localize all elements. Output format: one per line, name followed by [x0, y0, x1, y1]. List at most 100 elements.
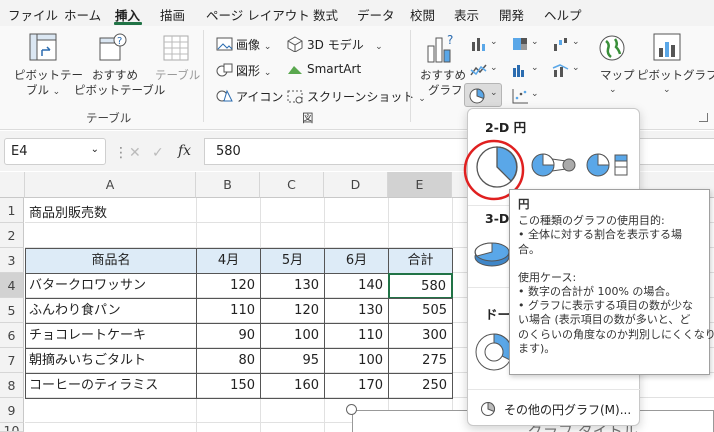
tab-developer[interactable]: 開発 [499, 5, 524, 24]
statistic-chart-icon[interactable] [511, 62, 529, 78]
svg-text:?: ? [447, 33, 453, 47]
recommended-pivot-icon: ? [99, 33, 127, 61]
column-header-e[interactable]: E [388, 172, 452, 198]
3d-pie-option[interactable] [472, 239, 514, 271]
row-header-1[interactable]: 1 [0, 198, 24, 223]
tab-home[interactable]: ホーム [64, 5, 101, 24]
select-all-corner[interactable] [0, 172, 25, 198]
table-header-cell[interactable]: 合計 [388, 248, 453, 274]
row-header-5[interactable]: 5 [0, 298, 24, 323]
table-header-cell[interactable]: 4月 [196, 248, 261, 274]
table-cell[interactable]: 95 [260, 348, 325, 374]
table-cell[interactable]: 100 [260, 323, 325, 349]
table-cell[interactable]: 275 [388, 348, 453, 374]
sheet-title-cell[interactable]: 商品別販売数 [29, 202, 107, 221]
column-header-b[interactable]: B [196, 172, 260, 198]
table-cell[interactable]: 505 [388, 298, 453, 324]
cancel-icon[interactable]: ✕ [129, 145, 141, 161]
table-cell[interactable]: 160 [260, 373, 325, 399]
line-chart-icon[interactable] [470, 62, 488, 78]
chevron-down-icon[interactable]: ⌄ [490, 63, 498, 73]
column-header-a[interactable]: A [25, 172, 196, 198]
chevron-down-icon[interactable]: ⌄ [572, 63, 580, 73]
more-pie-charts-item[interactable]: その他の円グラフ(M)... [478, 399, 638, 419]
chevron-down-icon[interactable]: ⌄ [531, 63, 539, 73]
svg-text:?: ? [117, 36, 122, 47]
tooltip-line: • 全体に対する割合を表示する場 [518, 228, 682, 242]
bar-of-pie-option[interactable] [585, 149, 633, 181]
table-cell[interactable]: チョコレートケーキ [25, 323, 197, 349]
table-header-cell[interactable]: 5月 [260, 248, 325, 274]
combo-chart-icon[interactable] [552, 62, 570, 78]
column-header-d[interactable]: D [324, 172, 388, 198]
scatter-chart-icon[interactable] [511, 88, 529, 104]
active-cell-e4[interactable]: 580 [388, 273, 453, 299]
insert-function-button[interactable]: fx [178, 143, 191, 159]
chevron-down-icon[interactable]: ⌄ [531, 37, 539, 47]
tab-view[interactable]: 表示 [454, 5, 479, 24]
row-header-9[interactable]: 9 [0, 398, 24, 423]
table-cell[interactable]: 130 [260, 273, 325, 299]
tab-file[interactable]: ファイル [8, 5, 58, 24]
map-label: マップ [600, 68, 635, 82]
chevron-down-icon[interactable]: ⌄ [91, 144, 99, 155]
row-header-4[interactable]: 4 [0, 273, 24, 298]
table-cell[interactable]: 100 [324, 348, 389, 374]
table-cell[interactable]: コーヒーのティラミス [25, 373, 197, 399]
table-cell[interactable]: 朝摘みいちごタルト [25, 348, 197, 374]
tab-page-layout[interactable]: ページ レイアウト [206, 5, 310, 24]
table-cell[interactable]: 110 [324, 323, 389, 349]
pie-of-pie-icon [531, 153, 576, 177]
tab-data[interactable]: データ [357, 5, 395, 24]
pie-of-pie-option[interactable] [530, 149, 578, 181]
column-chart-icon[interactable] [470, 36, 488, 52]
column-header-c[interactable]: C [260, 172, 324, 198]
row-header-7[interactable]: 7 [0, 348, 24, 373]
chevron-down-icon[interactable]: ⌄ [531, 89, 539, 99]
tab-formulas[interactable]: 数式 [313, 5, 338, 24]
illustrations-group-label: 図 [302, 111, 314, 125]
enter-icon[interactable]: ✓ [152, 145, 164, 161]
pie-chart-button-active[interactable]: ⌄ [464, 83, 502, 107]
table-cell[interactable]: 150 [196, 373, 261, 399]
tooltip-line: い場合 (表示項目の数が多いと、ど [518, 313, 691, 327]
table-cell[interactable]: ふんわり食パン [25, 298, 197, 324]
hierarchy-chart-icon[interactable] [511, 36, 529, 52]
chevron-down-icon[interactable]: ⌄ [490, 37, 498, 47]
row-header-10[interactable]: 10 [0, 423, 24, 432]
table-header-cell[interactable]: 6月 [324, 248, 389, 274]
row-header-6[interactable]: 6 [0, 323, 24, 348]
recommended-charts-label-1: おすすめ [420, 68, 466, 82]
pivot-table-icon [29, 33, 57, 61]
tab-draw[interactable]: 描画 [160, 5, 185, 24]
table-label: テーブル [155, 68, 201, 82]
table-cell[interactable]: バタークロワッサン [25, 273, 197, 299]
shapes-icon [216, 63, 233, 77]
table-cell[interactable]: 250 [388, 373, 453, 399]
table-cell[interactable]: 90 [196, 323, 261, 349]
table-cell[interactable]: 80 [196, 348, 261, 374]
table-cell[interactable]: 110 [196, 298, 261, 324]
dialog-launcher-icon[interactable] [699, 113, 708, 122]
table-header-cell[interactable]: 商品名 [25, 248, 197, 274]
tab-review[interactable]: 校閲 [410, 5, 435, 24]
section-3d-pie: 3-D [485, 211, 510, 226]
tab-help[interactable]: ヘルプ [544, 5, 582, 24]
table-cell[interactable]: 120 [196, 273, 261, 299]
table-cell[interactable]: 130 [324, 298, 389, 324]
resize-handle[interactable] [346, 404, 357, 415]
table-cell[interactable]: 120 [260, 298, 325, 324]
shapes-label: 図形 ⌄ [236, 64, 272, 78]
more-options-icon: ⋮ [114, 145, 128, 161]
table-cell[interactable]: 140 [324, 273, 389, 299]
waterfall-chart-icon[interactable] [552, 36, 570, 52]
name-box[interactable]: E4 ⌄ [4, 138, 106, 165]
table-cell[interactable]: 300 [388, 323, 453, 349]
table-cell[interactable]: 170 [324, 373, 389, 399]
row-header-8[interactable]: 8 [0, 373, 24, 398]
chevron-down-icon[interactable]: ⌄ [572, 37, 580, 47]
row-header-2[interactable]: 2 [0, 223, 24, 248]
pivot-chart-icon [653, 33, 681, 61]
row-header-3[interactable]: 3 [0, 248, 24, 273]
ribbon-separator [203, 30, 204, 122]
